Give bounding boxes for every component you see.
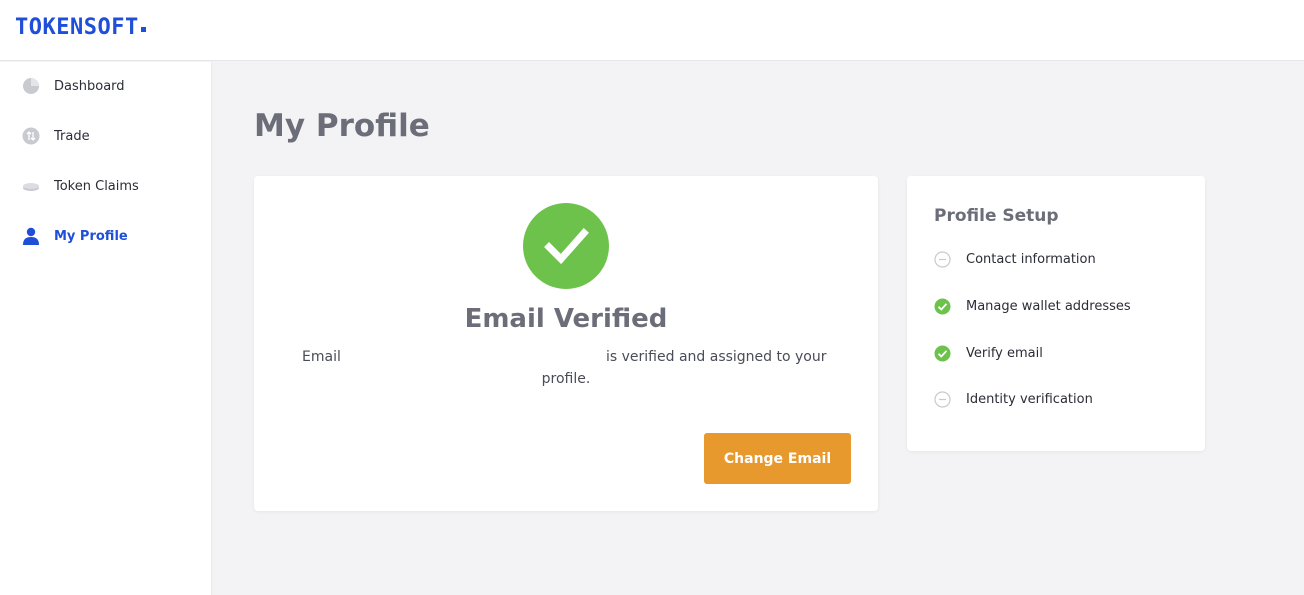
verification-message-line1: is verified and assigned to your xyxy=(606,349,827,365)
setup-step-contact-information[interactable]: Contact information xyxy=(934,249,1096,269)
pie-chart-icon xyxy=(21,77,40,96)
tokensoft-logo[interactable]: TOKENSOFT xyxy=(15,16,146,40)
minus-circle-icon xyxy=(934,250,951,268)
sidebar: Dashboard Trade Token Claims My Profile xyxy=(0,62,212,595)
check-circle-icon xyxy=(934,345,951,362)
sidebar-item-token-claims[interactable]: Token Claims xyxy=(0,170,211,202)
profile-setup-card: Profile Setup Contact information Manage… xyxy=(907,176,1205,451)
setup-step-verify-email[interactable]: Verify email xyxy=(934,343,1043,363)
verification-message-prefix: Email xyxy=(302,349,341,365)
setup-step-label: Verify email xyxy=(966,345,1043,361)
check-circle-icon xyxy=(934,298,951,315)
trade-arrows-icon xyxy=(21,127,40,146)
change-email-button[interactable]: Change Email xyxy=(704,433,851,484)
verification-message-line2: profile. xyxy=(541,371,591,387)
user-icon xyxy=(21,227,40,246)
email-verification-card: Email Verified Email is verified and ass… xyxy=(254,176,878,511)
setup-step-label: Identity verification xyxy=(966,391,1093,407)
email-verified-title: Email Verified xyxy=(464,304,668,334)
setup-step-label: Contact information xyxy=(966,251,1096,267)
top-bar: TOKENSOFT xyxy=(0,0,1304,61)
setup-step-identity-verification[interactable]: Identity verification xyxy=(934,389,1093,409)
minus-circle-icon xyxy=(934,390,951,408)
sidebar-item-label: My Profile xyxy=(54,228,128,244)
sidebar-item-my-profile[interactable]: My Profile xyxy=(0,220,211,252)
sidebar-item-dashboard[interactable]: Dashboard xyxy=(0,70,211,102)
logo-mark xyxy=(140,26,146,32)
sidebar-item-label: Token Claims xyxy=(54,178,139,194)
setup-step-label: Manage wallet addresses xyxy=(966,298,1131,314)
setup-step-manage-wallet-addresses[interactable]: Manage wallet addresses xyxy=(934,296,1131,316)
sidebar-item-label: Dashboard xyxy=(54,78,125,94)
sidebar-item-label: Trade xyxy=(54,128,90,144)
main-content: My Profile Email Verified Email is verif… xyxy=(212,62,1304,595)
logo-text: TOKENSOFT xyxy=(15,15,139,40)
coins-icon xyxy=(21,177,40,196)
check-circle-icon xyxy=(523,203,609,289)
sidebar-item-trade[interactable]: Trade xyxy=(0,120,211,152)
page-title: My Profile xyxy=(254,108,430,144)
profile-setup-title: Profile Setup xyxy=(934,206,1059,226)
